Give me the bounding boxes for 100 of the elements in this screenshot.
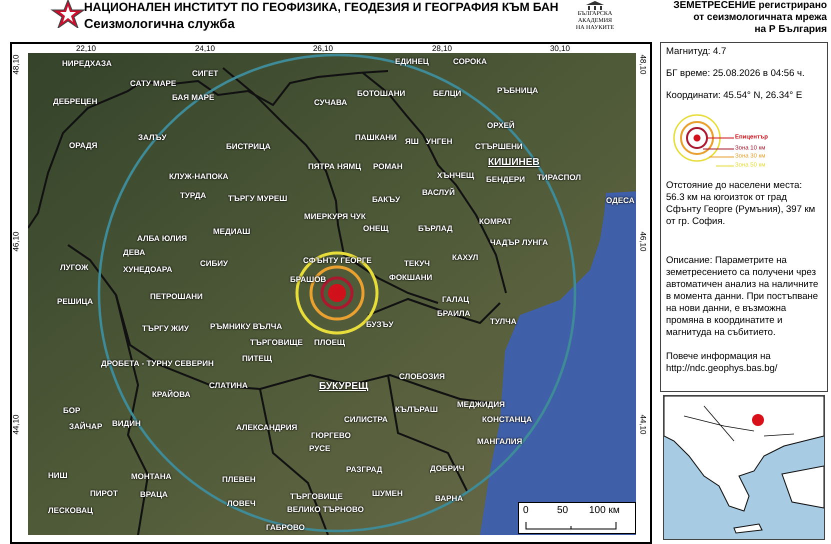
registration-note: от сеизмологичната мрежа <box>693 12 827 24</box>
city-label: ДОБРИЧ <box>430 464 464 474</box>
city-label: ТЪРГОВИЩЕ <box>290 492 343 502</box>
city-label: ГАЛАЦ <box>442 295 470 305</box>
city-label: СЛОБОЗИЯ <box>399 372 445 382</box>
city-label: КОНСТАНЦА <box>482 415 532 425</box>
city-label: ПИРОТ <box>90 489 118 499</box>
city-label: ОНЕЩ <box>363 224 388 234</box>
city-label: ЛУГОЖ <box>60 263 88 273</box>
academy-building-icon <box>586 1 604 11</box>
city-label: САТУ МАРЕ <box>130 79 176 89</box>
city-label: НИРЕДХАЗА <box>62 59 112 69</box>
city-label: БУКУРЕЩ <box>319 382 368 392</box>
city-label: ВИДИН <box>112 419 141 429</box>
city-label: НИШ <box>48 471 68 481</box>
city-label: МЕДИАШ <box>213 227 250 237</box>
city-label: КРАЙОВА <box>152 390 190 400</box>
city-label: МОНТАНА <box>131 472 172 482</box>
epicenter-dot <box>328 284 346 302</box>
city-label: ОРАДЯ <box>69 141 98 151</box>
city-label: РЕШИЦА <box>57 297 94 307</box>
city-label: БЪРЛАД <box>418 224 453 234</box>
city-label: СИГЕТ <box>192 69 218 79</box>
longitude-label: 24,10 <box>194 44 216 53</box>
city-label: ПЛЕВЕН <box>222 475 256 485</box>
city-label: ЗАЙЧАР <box>69 422 102 432</box>
city-label: МЕДЖИДИЯ <box>457 400 505 410</box>
city-label: ТЪРГУ МУРЕШ <box>228 194 288 204</box>
description-text: Описание: Параметрите на земетресението са получени чрез автоматичен анализ на наличните в момента данни. При постъпване на нови данни, е възможна промяна в координатите и магнитуда на събитието. <box>666 255 820 339</box>
city-label: ПЕТРОШАНИ <box>150 292 203 302</box>
longitude-label: 28,10 <box>432 44 452 53</box>
city-label: ВРАЦА <box>140 490 168 500</box>
legend-epicenter-dot <box>694 134 700 142</box>
city-label: БИСТРИЦА <box>226 142 271 152</box>
city-label: ХЪНЧЕЩ <box>437 171 474 181</box>
city-label: МИЕРКУРЯ ЧУК <box>304 212 366 222</box>
city-label: РАЗГРАД <box>346 465 382 475</box>
city-label: ПЛОЕЩ <box>314 338 346 348</box>
city-label: БАКЪУ <box>372 195 400 205</box>
city-label: РУСЕ <box>309 444 330 454</box>
longitude-label: 26,10 <box>312 44 334 53</box>
city-label: БОР <box>63 406 80 416</box>
city-label: БАЯ МАРЕ <box>172 93 214 103</box>
city-label: РЪМНИКУ ВЪЛЧА <box>210 322 282 332</box>
longitude-label: 22,10 <box>76 44 96 53</box>
registration-note: на Р България <box>754 24 827 36</box>
city-label: УНГЕН <box>426 137 452 147</box>
coordinates-text: Координати: 45.54° N, 26.34° E <box>666 90 804 102</box>
city-label: КЪЛЪРАШ <box>395 405 438 415</box>
city-label: ГЮРГЕВО <box>311 431 351 441</box>
city-label: ХУНЕДОАРА <box>123 265 172 275</box>
registration-note: ЗЕМЕТРЕСЕНИЕ регистрирано <box>673 0 827 12</box>
city-label: ТУЛЧА <box>490 317 517 327</box>
city-label: РОМАН <box>373 162 403 172</box>
scale-label: 100 км <box>589 505 620 517</box>
latitude-label: 46,10 <box>638 231 648 252</box>
city-label: БОТОШАНИ <box>357 89 406 99</box>
city-label: ВАРНА <box>435 494 464 504</box>
city-label: ОДЕСА <box>606 196 635 206</box>
scale-label: 50 <box>557 505 568 517</box>
city-label: БРАИЛА <box>437 309 470 319</box>
magnitude-text: Магнитуд: 4.7 <box>666 46 728 58</box>
city-label: АЛЕКСАНДРИЯ <box>236 423 298 433</box>
city-label: КЛУЖ-НАПОКА <box>169 172 228 182</box>
city-label: БУЗЪУ <box>366 320 394 330</box>
city-label: БЕЛЦИ <box>433 89 462 99</box>
city-label: ДРОБЕТА - ТУРНУ СЕВЕРИН <box>101 359 214 369</box>
city-label: КОМРАТ <box>479 217 512 227</box>
department-subtitle: Сеизмологична служба <box>84 16 235 32</box>
city-label: СИБИУ <box>200 259 228 269</box>
more-info-text: Повече информация на http://ndc.geophys.bas.bg/ <box>666 351 778 375</box>
city-label: СУЧАВА <box>314 98 348 108</box>
city-label: ВЕЛИКО ТЪРНОВО <box>287 505 364 515</box>
city-label: КИШИНЕВ <box>488 158 540 168</box>
city-label: МАНГАЛИЯ <box>477 437 522 447</box>
city-label: ПИТЕЩ <box>242 354 272 364</box>
institute-title: НАЦИОНАЛЕН ИНСТИТУТ ПО ГЕОФИЗИКА, ГЕОДЕЗИЯ И ГЕОГРАФИЯ КЪМ БАН <box>84 0 558 14</box>
city-label: ОРХЕЙ <box>487 121 515 131</box>
longitude-label: 30,10 <box>550 44 570 53</box>
city-label: ТЪРГОВИЩЕ <box>250 338 303 348</box>
city-label: СОРОКА <box>453 57 487 67</box>
latitude-label: 46,10 <box>12 231 21 252</box>
city-label: ЯШ <box>405 137 419 147</box>
distance-text: Отстояние до населени места: 56.3 км на югоизток от град Сфънту Георге (Румъния), 397 км от гр. София. <box>666 180 816 228</box>
latitude-label: 44,10 <box>12 414 21 435</box>
city-label: АЛБА ЮЛИЯ <box>137 234 187 244</box>
city-label: СТЪРШЕНИ <box>475 142 523 152</box>
city-label: ЕДИНЕЦ <box>395 57 429 67</box>
city-label: ЧАДЪР ЛУНГА <box>490 238 548 248</box>
city-label: ДЕВА <box>123 248 146 258</box>
city-label: ВАСЛУЙ <box>422 188 455 198</box>
city-label: ПЯТРА НЯМЦ <box>308 162 362 172</box>
city-label: БЕНДЕРИ <box>486 175 525 185</box>
epicenter-marker-icon <box>752 414 764 426</box>
city-label: ТЪРГУ ЖИУ <box>142 324 189 334</box>
city-label: ТИРАСПОЛ <box>537 173 582 183</box>
city-label: СЛАТИНА <box>209 381 248 391</box>
star-logo-icon <box>50 0 86 28</box>
time-text: БГ време: 25.08.2026 в 04:56 ч. <box>666 68 806 80</box>
city-label: ДЕБРЕЦЕН <box>53 97 98 107</box>
